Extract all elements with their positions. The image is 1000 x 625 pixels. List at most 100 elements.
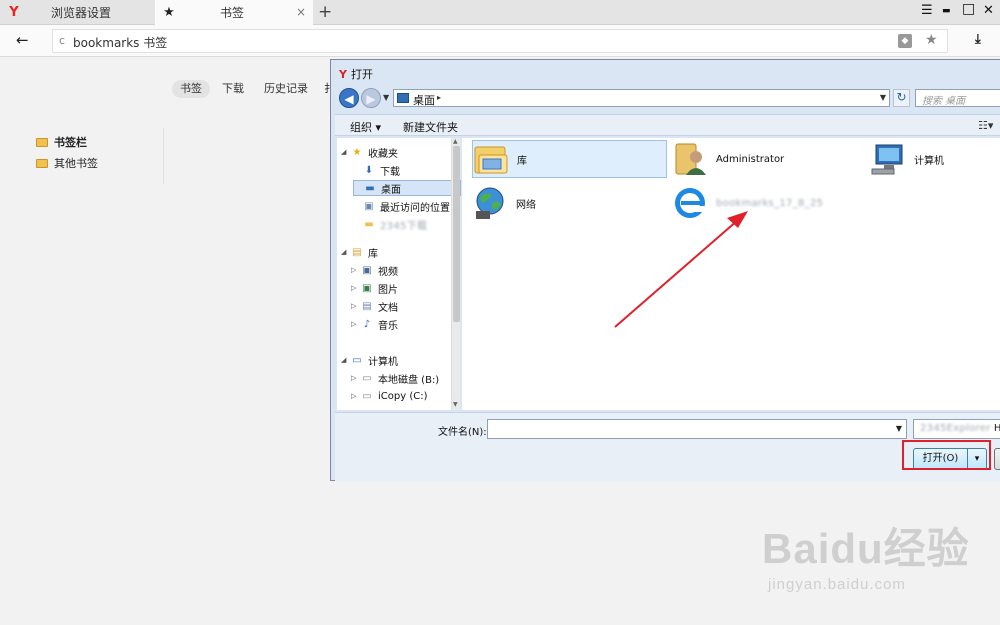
file-item-network[interactable]: 网络 (472, 184, 667, 222)
nav-item-label: 最近访问的位置 (380, 202, 450, 214)
nav-item[interactable]: ▷ ▣ 视频 (351, 262, 398, 278)
nav-item[interactable]: ◢ ▤ 库 (341, 244, 378, 260)
scroll-thumb[interactable] (453, 146, 460, 322)
expand-toggle-icon[interactable]: ▷ (351, 392, 359, 400)
protect-shield-icon[interactable]: ◆ (898, 34, 912, 48)
nav-scrollbar[interactable]: ▲ ▼ (451, 138, 460, 410)
nav-item[interactable]: ▷ ♪ 音乐 (351, 316, 398, 332)
command-bar: 组织 ▾ 新建文件夹 ☷▾ (335, 114, 1000, 136)
tab-bookmarks[interactable]: ★ 书签 × (155, 0, 313, 25)
nav-item[interactable]: ▷ ▭ iCopy (C:) (351, 388, 427, 404)
file-item-administrator[interactable]: Administrator (672, 140, 862, 178)
close-window-icon[interactable]: ✕ (983, 3, 994, 18)
nav-item-icon: ♪ (363, 318, 371, 330)
nav-item-label: 图片 (378, 284, 398, 296)
file-label: 计算机 (914, 155, 944, 167)
nav-item-icon: ▤ (352, 246, 362, 258)
tab-browser-settings[interactable]: Y 浏览器设置 (0, 0, 155, 25)
expand-toggle-icon[interactable]: ▷ (351, 266, 359, 274)
file-item-library[interactable]: 库 (472, 140, 667, 178)
folder-label: 其他书签 (54, 157, 98, 170)
refresh-icon[interactable]: ↻ (893, 89, 910, 107)
expand-toggle-icon[interactable]: ▷ (351, 374, 359, 382)
folder-other-bookmarks[interactable]: 其他书签 (36, 155, 98, 171)
nav-item-icon: ▣ (362, 282, 372, 294)
address-bar[interactable]: c bookmarks 书签 ◆ ★ (52, 29, 948, 53)
library-folder-icon (473, 141, 511, 177)
chevron-right-icon[interactable]: ▸ (437, 93, 441, 102)
dialog-forward-button[interactable]: ▶ (361, 88, 381, 108)
tab-label: 书签 (220, 6, 245, 20)
new-folder-button[interactable]: 新建文件夹 (403, 119, 458, 135)
file-item-computer[interactable]: 计算机 (870, 140, 1000, 178)
view-options-icon[interactable]: ☷▾ (978, 119, 993, 132)
breadcrumb-path[interactable]: 桌面 ▸ ▼ (393, 89, 890, 107)
yandex-logo-icon: Y (339, 67, 347, 81)
search-desktop-input[interactable]: 搜索 桌面 (915, 89, 1000, 107)
filename-input[interactable]: ▼ (487, 419, 907, 439)
nav-history[interactable]: 历史记录 (256, 80, 316, 98)
nav-item[interactable]: ▣ 最近访问的位置 (353, 198, 450, 214)
nav-item[interactable]: ▷ ▭ 本地磁盘 (B:) (351, 370, 439, 386)
nav-item[interactable]: ▬ 2345下载 (353, 216, 427, 232)
organize-menu[interactable]: 组织 ▾ (350, 119, 381, 135)
dialog-title: 打开 (350, 68, 373, 81)
nav-item-icon: ⬇ (364, 164, 374, 176)
tab-label: 浏览器设置 (51, 6, 112, 20)
menu-icon[interactable]: ☰ (921, 3, 933, 18)
file-label: bookmarks_17_8_25 (716, 197, 824, 209)
nav-item-label: iCopy (C:) (378, 390, 428, 402)
nav-item[interactable]: ▷ ▣ 图片 (351, 280, 398, 296)
computer-icon (870, 141, 908, 177)
back-button[interactable]: ← (16, 31, 29, 49)
bookmark-star-icon[interactable]: ★ (925, 32, 938, 48)
history-dropdown-icon[interactable]: ▼ (383, 93, 389, 102)
dialog-bottom-bar: 文件名(N): ▼ 2345Explorer HTML 打开(O) ▾ (335, 412, 1000, 482)
expand-toggle-icon[interactable]: ◢ (341, 356, 349, 364)
expand-toggle-icon[interactable]: ▷ (351, 320, 359, 328)
scroll-up-icon[interactable]: ▲ (453, 138, 458, 145)
expand-toggle-icon[interactable]: ◢ (341, 148, 349, 156)
browser-toolbar: ← c bookmarks 书签 ◆ ★ ⤓ (0, 25, 1000, 57)
yandex-logo-icon: Y (9, 5, 19, 20)
address-text: bookmarks 书签 (73, 36, 168, 50)
download-icon[interactable]: ⤓ (975, 32, 981, 47)
nav-item[interactable]: ▬ 桌面 (353, 180, 461, 196)
nav-item-icon: ▬ (364, 218, 374, 230)
nav-bookmarks[interactable]: 书签 (172, 80, 210, 98)
nav-item[interactable]: ◢ ★ 收藏夹 (341, 144, 398, 160)
nav-item-icon: ▭ (362, 390, 372, 402)
reload-icon[interactable]: c (59, 34, 65, 47)
chevron-down-icon[interactable]: ▼ (896, 424, 902, 433)
nav-item[interactable]: ▷ ▤ 文档 (351, 298, 398, 314)
star-icon: ★ (163, 5, 175, 20)
nav-item-label: 计算机 (368, 356, 398, 368)
folder-icon (36, 158, 48, 168)
new-tab-button[interactable]: + (318, 2, 332, 22)
file-type-select[interactable]: 2345Explorer HTML (913, 419, 1000, 439)
nav-downloads[interactable]: 下载 (214, 80, 252, 98)
nav-item-label: 2345下载 (380, 220, 428, 232)
file-label: 库 (517, 155, 527, 167)
expand-toggle-icon[interactable]: ▷ (351, 284, 359, 292)
close-tab-icon[interactable]: × (296, 5, 306, 19)
watermark-logo-text: Baidu经验 (762, 525, 970, 572)
nav-item[interactable]: ◢ ▭ 计算机 (341, 352, 398, 368)
minimize-icon[interactable]: ▬ (942, 6, 951, 16)
expand-toggle-icon[interactable]: ◢ (341, 248, 349, 256)
chevron-down-icon[interactable]: ▼ (880, 93, 886, 102)
nav-item-label: 文档 (378, 302, 398, 314)
maximize-icon[interactable]: □ (962, 1, 975, 17)
expand-toggle-icon[interactable]: ▷ (351, 302, 359, 310)
internet-explorer-icon (672, 185, 710, 221)
path-segment-desktop[interactable]: 桌面 (413, 92, 435, 108)
scroll-down-icon[interactable]: ▼ (453, 401, 458, 408)
file-item-bookmarks-html[interactable]: bookmarks_17_8_25 (672, 184, 862, 222)
dialog-back-button[interactable]: ◀ (339, 88, 359, 108)
cancel-button[interactable] (994, 448, 1000, 470)
nav-item-icon: ▤ (362, 300, 372, 312)
nav-item[interactable]: ⬇ 下载 (353, 162, 400, 178)
folder-bookmarks-bar[interactable]: 书签栏 (36, 134, 87, 150)
nav-item-icon: ▣ (364, 200, 374, 212)
nav-item-label: 下载 (380, 166, 400, 178)
